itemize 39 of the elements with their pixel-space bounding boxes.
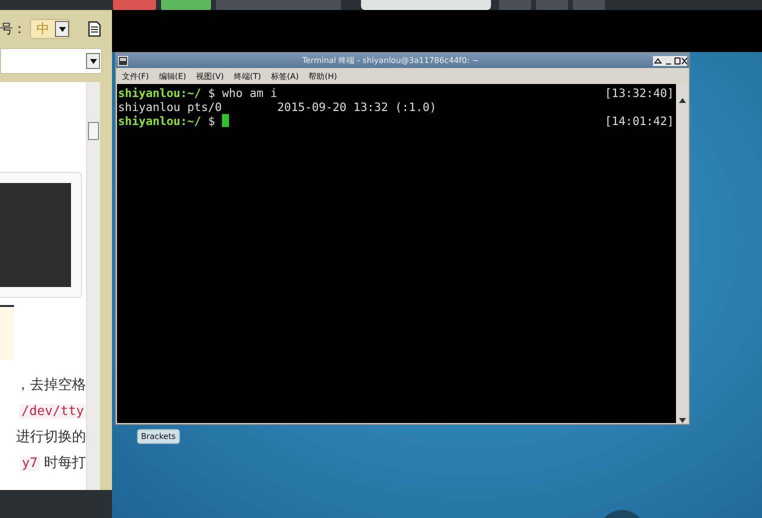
scroll-up-icon[interactable]	[678, 98, 686, 103]
toolbar-button[interactable]	[113, 0, 156, 10]
toolbar-button[interactable]	[499, 0, 531, 10]
document-icon[interactable]	[88, 21, 101, 37]
prompt-text: shiyanlou:~/	[118, 86, 202, 100]
font-size-label: 号：	[0, 21, 26, 38]
scrollbar[interactable]	[86, 82, 100, 490]
dropdown-arrow-icon	[90, 58, 96, 64]
menu-item[interactable]: 终端(T)	[234, 70, 261, 82]
paragraph-text: 时每打	[42, 454, 86, 472]
menu-item[interactable]: 标签(A)	[271, 70, 299, 82]
select-field[interactable]	[0, 48, 102, 74]
note-box	[0, 308, 14, 360]
toolbar-button[interactable]	[216, 0, 341, 10]
inline-code: y7	[20, 456, 40, 470]
toolbar-button[interactable]	[161, 0, 211, 10]
prompt-text: shiyanlou:~/	[118, 114, 202, 128]
scrollbar[interactable]	[676, 84, 688, 423]
menu-item[interactable]: 编辑(E)	[158, 70, 186, 82]
timestamp: [13:32:40]	[604, 86, 674, 100]
dropdown-arrow-icon	[58, 26, 66, 32]
inline-code: /dev/tty	[19, 404, 86, 418]
menu-item[interactable]: 帮助(H)	[308, 70, 337, 82]
menu-item[interactable]: 文件(F)	[122, 70, 149, 82]
timestamp: [14:01:42]	[604, 114, 674, 128]
scroll-down-icon[interactable]	[678, 418, 686, 423]
command-text: $ who am i	[208, 86, 278, 100]
paragraph-text: ，去掉空格	[16, 376, 86, 394]
window-title: Terminal 终端 - shiyanlou@3a11786c44f0: ~	[301, 55, 480, 66]
command-text: $	[208, 114, 216, 128]
toolbar-field[interactable]	[361, 0, 491, 10]
output-text: shiyanlou pts/0 2015-09-20 13:32 (:1.0)	[118, 100, 436, 114]
toolbar-button[interactable]	[573, 0, 605, 10]
toolbar-button[interactable]	[536, 0, 568, 10]
tooltip: Brackets	[137, 429, 180, 444]
menu-item[interactable]: 视图(V)	[196, 70, 224, 82]
terminal-icon	[118, 56, 128, 66]
window-controls-icon[interactable]	[653, 56, 687, 66]
paragraph-text: 进行切换的	[16, 428, 86, 446]
